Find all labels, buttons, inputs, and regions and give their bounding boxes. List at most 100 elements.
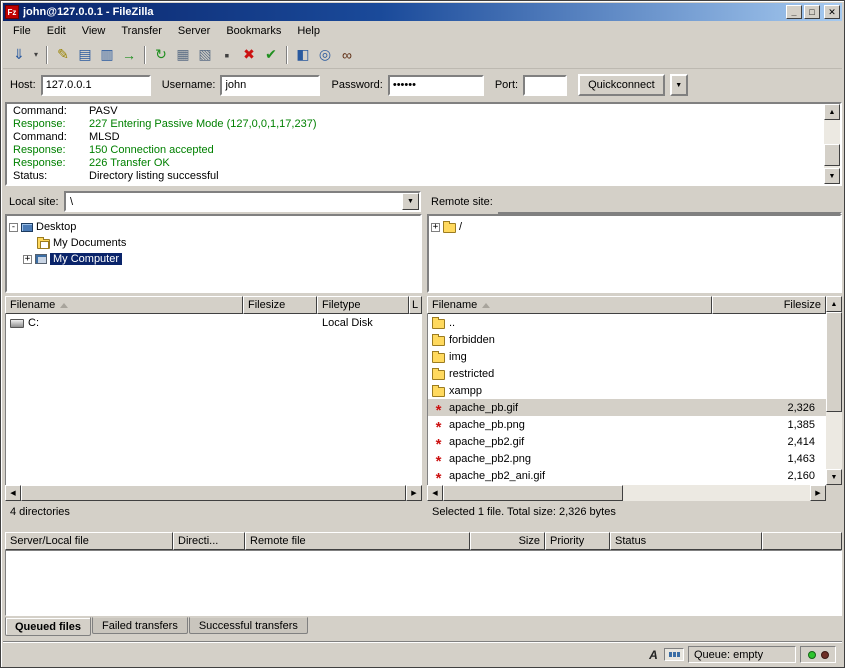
- column-filename[interactable]: Filename: [5, 296, 243, 314]
- menu-transfer[interactable]: Transfer: [113, 22, 170, 40]
- column-filetype[interactable]: Filetype: [317, 296, 409, 314]
- menu-view[interactable]: View: [74, 22, 114, 40]
- menu-edit[interactable]: Edit: [39, 22, 74, 40]
- menu-bookmarks[interactable]: Bookmarks: [218, 22, 289, 40]
- sync-browse-icon[interactable]: →: [118, 44, 140, 66]
- menu-help[interactable]: Help: [289, 22, 328, 40]
- column-remote-file[interactable]: Remote file: [245, 532, 470, 550]
- remote-file-row[interactable]: ..: [428, 314, 826, 331]
- status-bar: A Queue: empty: [3, 641, 842, 667]
- column-server-local-file[interactable]: Server/Local file: [5, 532, 173, 550]
- queue-view-icon[interactable]: ▧: [194, 44, 216, 66]
- process-queue-icon[interactable]: ▦: [172, 44, 194, 66]
- close-button[interactable]: ✕: [824, 5, 840, 19]
- scroll-left-icon[interactable]: ◀: [5, 485, 21, 501]
- scroll-thumb[interactable]: [443, 485, 623, 501]
- quickconnect-dropdown-icon[interactable]: ▼: [670, 74, 688, 96]
- remote-list-header: Filename Filesize: [427, 296, 826, 314]
- host-input[interactable]: [41, 75, 151, 96]
- remote-file-row[interactable]: restricted: [428, 365, 826, 382]
- remote-list-hscrollbar[interactable]: ◀ ▶: [427, 485, 826, 501]
- verify-icon[interactable]: ✔: [260, 44, 282, 66]
- tree-item-label: /: [459, 221, 462, 233]
- scroll-left-icon[interactable]: ◀: [427, 485, 443, 501]
- send-led-icon: [821, 651, 829, 659]
- column-priority[interactable]: Priority: [545, 532, 610, 550]
- tree-item-root[interactable]: + /: [431, 219, 838, 235]
- scroll-thumb[interactable]: [824, 144, 840, 166]
- tree-item-my-computer[interactable]: + My Computer: [9, 251, 418, 267]
- column-filler: [762, 532, 842, 550]
- column-filename[interactable]: Filename: [427, 296, 712, 314]
- maximize-button[interactable]: □: [804, 5, 820, 19]
- tab-successful-transfers[interactable]: Successful transfers: [189, 617, 308, 634]
- activity-indicator: [800, 646, 836, 663]
- remote-file-row-selected[interactable]: apache_pb.gif 2,326: [428, 399, 826, 416]
- local-site-combo[interactable]: \ ▼: [64, 191, 421, 212]
- transfer-queue-list[interactable]: [5, 550, 842, 616]
- toggle-tree-view-icon[interactable]: ▥: [96, 44, 118, 66]
- cancel-icon[interactable]: ✖: [238, 44, 260, 66]
- title-bar[interactable]: Fz john@127.0.0.1 - FileZilla _ □ ✕: [3, 3, 842, 21]
- column-filesize[interactable]: Filesize: [712, 296, 826, 314]
- combo-dropdown-icon[interactable]: ▼: [402, 193, 419, 210]
- site-manager-icon[interactable]: ⇓: [8, 44, 30, 66]
- remote-file-row[interactable]: apache_pb2_ani.gif 2,160: [428, 467, 826, 484]
- scroll-thumb[interactable]: [826, 312, 842, 412]
- column-direction[interactable]: Directi...: [173, 532, 245, 550]
- port-input[interactable]: [523, 75, 567, 96]
- filter-icon[interactable]: ◧: [292, 44, 314, 66]
- local-file-row[interactable]: C: Local Disk: [6, 314, 421, 331]
- menu-server[interactable]: Server: [170, 22, 218, 40]
- tree-item-my-documents[interactable]: My Documents: [9, 235, 418, 251]
- scroll-right-icon[interactable]: ▶: [810, 485, 826, 501]
- scroll-right-icon[interactable]: ▶: [406, 485, 422, 501]
- scroll-down-icon[interactable]: ▼: [824, 168, 840, 184]
- remote-file-row[interactable]: apache_pb2.png 1,463: [428, 450, 826, 467]
- folder-icon: [432, 370, 445, 380]
- toggle-log-view-icon[interactable]: ▤: [74, 44, 96, 66]
- scroll-down-icon[interactable]: ▼: [826, 469, 842, 485]
- quickconnect-button[interactable]: Quickconnect: [578, 74, 665, 96]
- expand-icon[interactable]: +: [431, 223, 440, 232]
- app-logo-icon: Fz: [5, 5, 19, 19]
- tab-failed-transfers[interactable]: Failed transfers: [92, 617, 188, 634]
- abort-icon[interactable]: ▪: [216, 44, 238, 66]
- tree-item-desktop[interactable]: - Desktop: [9, 219, 418, 235]
- remote-list-vscrollbar[interactable]: ▲ ▼: [826, 296, 842, 485]
- remote-file-row[interactable]: xampp: [428, 382, 826, 399]
- remote-file-row[interactable]: apache_pb.png 1,385: [428, 416, 826, 433]
- folder-icon: [443, 223, 456, 233]
- sort-ascending-icon: [482, 303, 490, 308]
- column-status[interactable]: Status: [610, 532, 762, 550]
- documents-folder-icon: [37, 239, 50, 249]
- local-list-hscrollbar[interactable]: ◀ ▶: [5, 485, 422, 501]
- site-manager-dropdown-icon[interactable]: ▾: [30, 44, 42, 66]
- image-file-icon: [432, 420, 445, 430]
- message-log: Command:PASV Response:227 Entering Passi…: [5, 102, 842, 186]
- collapse-icon[interactable]: -: [9, 223, 18, 232]
- username-input[interactable]: [220, 75, 320, 96]
- refresh-icon[interactable]: ↻: [150, 44, 172, 66]
- scroll-up-icon[interactable]: ▲: [826, 296, 842, 312]
- compare-icon[interactable]: ◎: [314, 44, 336, 66]
- remote-file-row[interactable]: apache_pb2.gif 2,414: [428, 433, 826, 450]
- tab-queued-files[interactable]: Queued files: [5, 617, 91, 636]
- menu-file[interactable]: File: [5, 22, 39, 40]
- minimize-button[interactable]: _: [786, 5, 802, 19]
- column-last-modified[interactable]: L: [409, 296, 422, 314]
- expand-icon[interactable]: +: [23, 255, 32, 264]
- remote-file-row[interactable]: img: [428, 348, 826, 365]
- log-line: Response:150 Connection accepted: [13, 144, 822, 157]
- image-file-icon: [432, 454, 445, 464]
- scroll-thumb[interactable]: [21, 485, 406, 501]
- edit-icon[interactable]: ✎: [52, 44, 74, 66]
- scroll-up-icon[interactable]: ▲: [824, 104, 840, 120]
- find-binoculars-icon[interactable]: ∞: [336, 44, 358, 66]
- log-line: Response:226 Transfer OK: [13, 157, 822, 170]
- password-input[interactable]: [388, 75, 484, 96]
- remote-file-row[interactable]: forbidden: [428, 331, 826, 348]
- column-size[interactable]: Size: [470, 532, 545, 550]
- column-filesize[interactable]: Filesize: [243, 296, 317, 314]
- log-scrollbar[interactable]: ▲ ▼: [824, 104, 840, 184]
